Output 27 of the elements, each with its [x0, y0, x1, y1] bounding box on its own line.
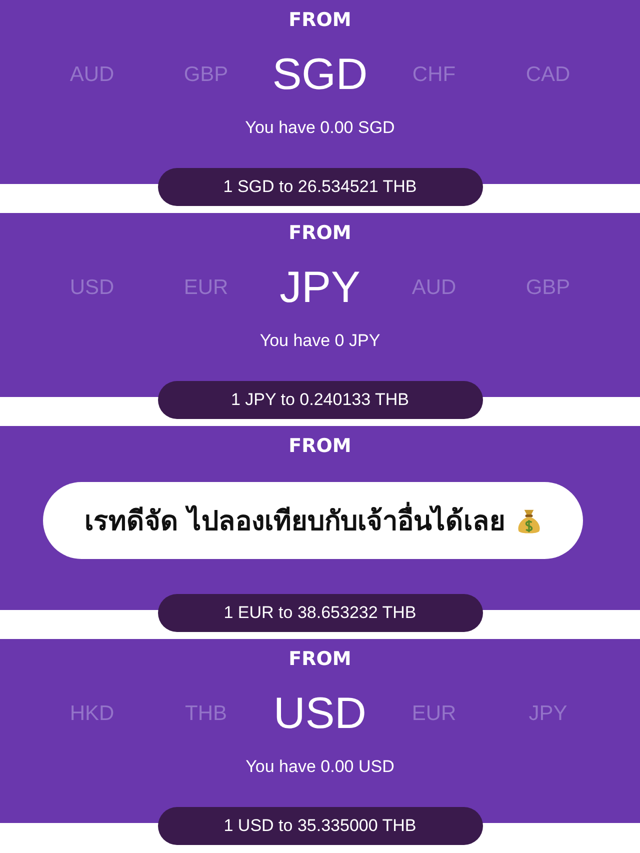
currency-option[interactable]: AUD [412, 276, 456, 300]
currency-option[interactable]: EUR [184, 276, 228, 300]
currency-option[interactable]: SGD [272, 50, 368, 100]
currency-option[interactable]: THB [185, 702, 227, 726]
exchange-rate-pill: 1 JPY to 0.240133 THB [158, 381, 482, 419]
currency-option[interactable]: USD [274, 689, 366, 739]
currency-option[interactable]: AUD [70, 63, 114, 87]
currency-option[interactable]: JPY [280, 263, 360, 313]
from-label: FROM [288, 221, 352, 245]
balance-text: You have 0 JPY [260, 331, 380, 350]
balance-text: You have 0.00 USD [246, 757, 394, 776]
currency-option[interactable]: GBP [184, 63, 228, 87]
balance-text: You have 0.00 SGD [245, 118, 395, 137]
currency-option[interactable]: CHF [412, 63, 456, 87]
from-label: FROM [288, 8, 352, 32]
currency-option[interactable]: EUR [412, 702, 456, 726]
exchange-rate-pill: 1 EUR to 38.653232 THB [158, 594, 482, 632]
currency-option[interactable]: JPY [528, 702, 568, 726]
exchange-rate-pill: 1 SGD to 26.534521 THB [158, 168, 482, 206]
currency-option[interactable]: GBP [526, 276, 570, 300]
currency-option[interactable]: CAD [526, 63, 570, 87]
from-label: FROM [288, 434, 352, 458]
currency-option[interactable]: USD [70, 276, 114, 300]
caption-text: เรทดีจัด ไปลองเทียบกับเจ้าอื่นได้เลย [84, 499, 506, 542]
exchange-rate-pill: 1 USD to 35.335000 THB [158, 807, 482, 845]
currency-option[interactable]: HKD [70, 702, 114, 726]
from-label: FROM [288, 647, 352, 671]
